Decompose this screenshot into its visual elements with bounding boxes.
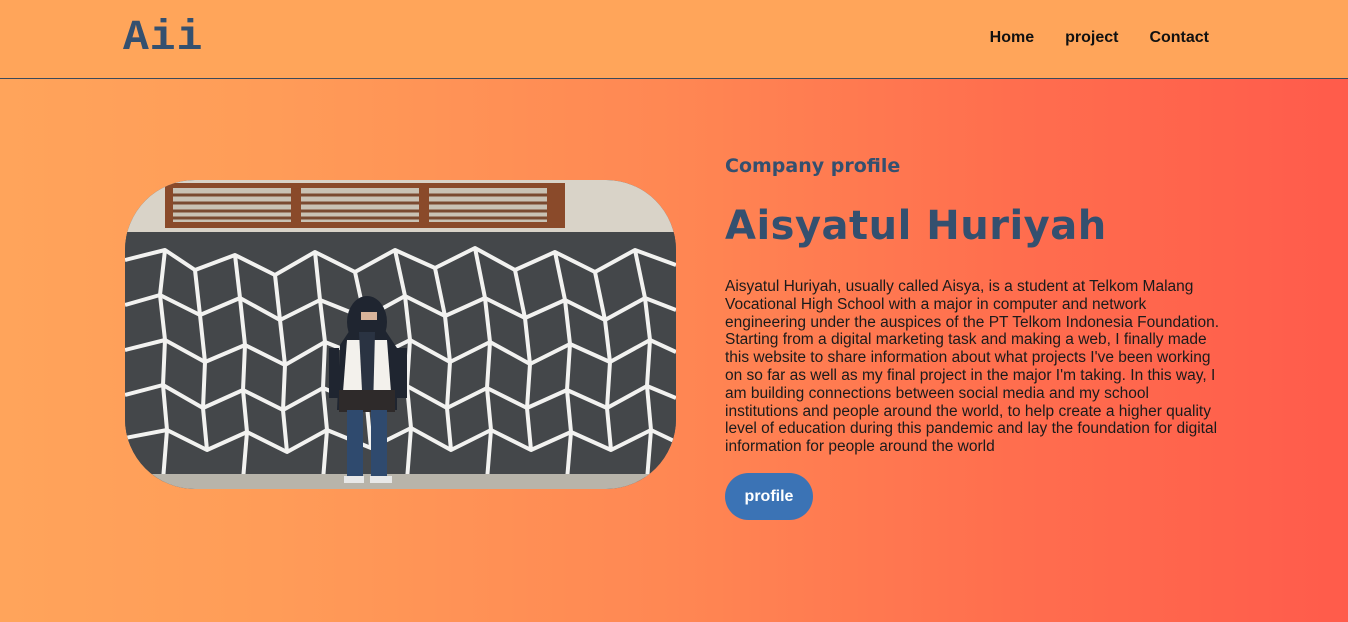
profile-photo [125,180,676,489]
hero-subtitle: Company profile [725,155,901,177]
hero-name: Aisyatul Huriyah [725,203,1107,249]
nav-menu: Home project Contact [990,28,1209,48]
nav-link-home[interactable]: Home [990,29,1034,46]
profile-button[interactable]: profile [725,473,813,520]
site-logo[interactable]: Aii [123,14,203,62]
hero-description: Aisyatul Huriyah, usually called Aisya, … [725,278,1220,456]
nav-item-contact: Contact [1149,28,1209,48]
nav-item-home: Home [990,28,1034,48]
nav-link-project[interactable]: project [1065,29,1118,46]
nav-link-contact[interactable]: Contact [1149,29,1209,46]
nav-item-project: project [1065,28,1118,48]
navbar: Aii Home project Contact [0,0,1348,79]
